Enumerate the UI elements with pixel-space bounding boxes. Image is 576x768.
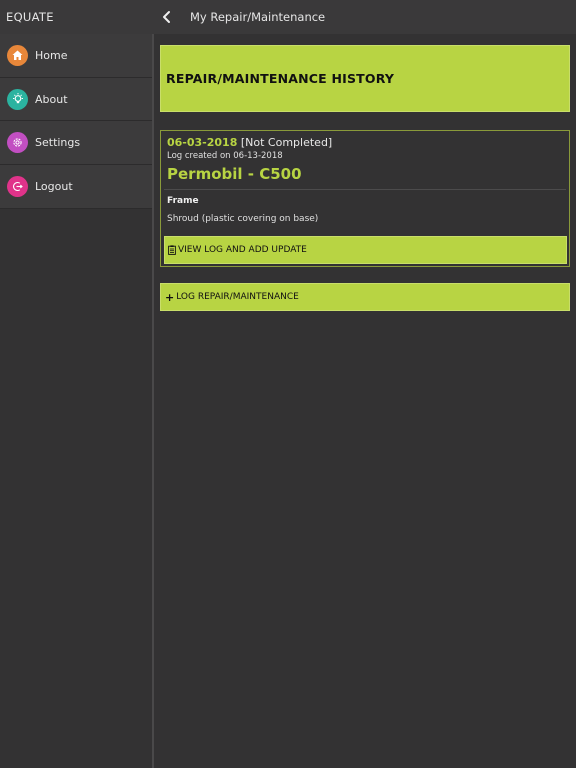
plus-icon: + (165, 290, 175, 304)
log-created: Log created on 06-13-2018 (167, 151, 283, 161)
log-status: [Not Completed] (240, 136, 333, 149)
page-title: My Repair/Maintenance (190, 10, 326, 24)
chevron-left-icon (163, 11, 170, 23)
part-description: Shroud (plastic covering on base) (167, 214, 319, 224)
device-name: Permobil - C500 (167, 165, 302, 183)
log-date-line: 06-03-2018 [Not Completed] (167, 136, 566, 149)
logout-icon (7, 175, 28, 197)
sidebar-item-about[interactable]: About (0, 77, 152, 122)
gear-icon (7, 132, 28, 154)
back-button[interactable] (156, 0, 178, 34)
sidebar-item-label: About (35, 92, 68, 106)
sidebar-item-label: Home (35, 48, 68, 62)
history-banner: REPAIR/MAINTENANCE HISTORY (160, 45, 570, 112)
sidebar-divider (152, 34, 154, 768)
log-repair-button[interactable]: + LOG REPAIR/MAINTENANCE (160, 283, 570, 311)
clipboard-icon (168, 245, 176, 255)
app-title: EQUATE (0, 0, 152, 34)
sidebar-item-logout[interactable]: Logout (0, 165, 152, 209)
view-log-button[interactable]: VIEW LOG AND ADD UPDATE (164, 236, 567, 264)
sidebar-item-label: Logout (35, 179, 73, 193)
part-label: Frame (167, 196, 199, 206)
history-title: REPAIR/MAINTENANCE HISTORY (166, 71, 395, 86)
home-icon (7, 44, 28, 66)
log-repair-label: LOG REPAIR/MAINTENANCE (176, 292, 299, 302)
view-log-label: VIEW LOG AND ADD UPDATE (178, 245, 307, 255)
log-card: 06-03-2018 [Not Completed] Log created o… (160, 130, 570, 267)
card-divider (164, 189, 566, 190)
sidebar-item-home[interactable]: Home (0, 34, 152, 78)
log-date: 06-03-2018 (167, 136, 238, 149)
main-content: REPAIR/MAINTENANCE HISTORY 06-03-2018 [N… (160, 45, 570, 311)
sidebar-item-label: Settings (35, 136, 81, 150)
lightbulb-icon (7, 88, 28, 110)
top-bar: My Repair/Maintenance (152, 0, 576, 34)
sidebar: Home About Settings Logout (0, 34, 152, 768)
sidebar-item-settings[interactable]: Settings (0, 121, 152, 166)
app-root: EQUATE My Repair/Maintenance Home About … (0, 0, 576, 768)
